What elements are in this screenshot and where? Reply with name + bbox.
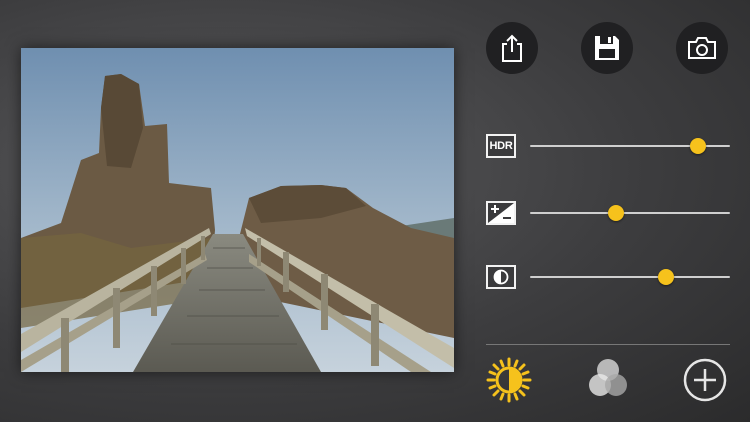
camera-button[interactable]: [676, 22, 728, 74]
photo-preview: [21, 48, 454, 372]
exposure-slider-row: [486, 201, 730, 225]
brightness-button[interactable]: [486, 357, 532, 408]
blend-button[interactable]: [583, 354, 633, 409]
castle-ruin-photo: [21, 48, 454, 372]
exposure-slider-thumb[interactable]: [608, 205, 624, 221]
divider: [486, 344, 730, 345]
floppy-disk-icon: [595, 36, 619, 60]
hdr-slider[interactable]: [530, 138, 730, 154]
add-button[interactable]: [683, 358, 727, 407]
sun-icon: [486, 357, 532, 403]
contrast-circle-icon: [493, 269, 509, 285]
exposure-icon: [486, 201, 516, 225]
share-icon: [502, 34, 522, 62]
color-circles-icon: [589, 359, 627, 396]
hdr-label: HDR: [489, 140, 513, 152]
hdr-slider-row: HDR: [486, 134, 730, 158]
exposure-plus-minus-icon: [488, 203, 514, 223]
plus-icon: [683, 358, 727, 402]
contrast-slider[interactable]: [530, 269, 730, 285]
hdr-icon: HDR: [486, 134, 516, 158]
save-button[interactable]: [581, 22, 633, 74]
contrast-slider-thumb[interactable]: [658, 269, 674, 285]
exposure-slider[interactable]: [530, 205, 730, 221]
camera-icon: [688, 37, 716, 59]
hdr-slider-thumb[interactable]: [690, 138, 706, 154]
contrast-icon: [486, 265, 516, 289]
contrast-slider-row: [486, 265, 730, 289]
share-button[interactable]: [486, 22, 538, 74]
